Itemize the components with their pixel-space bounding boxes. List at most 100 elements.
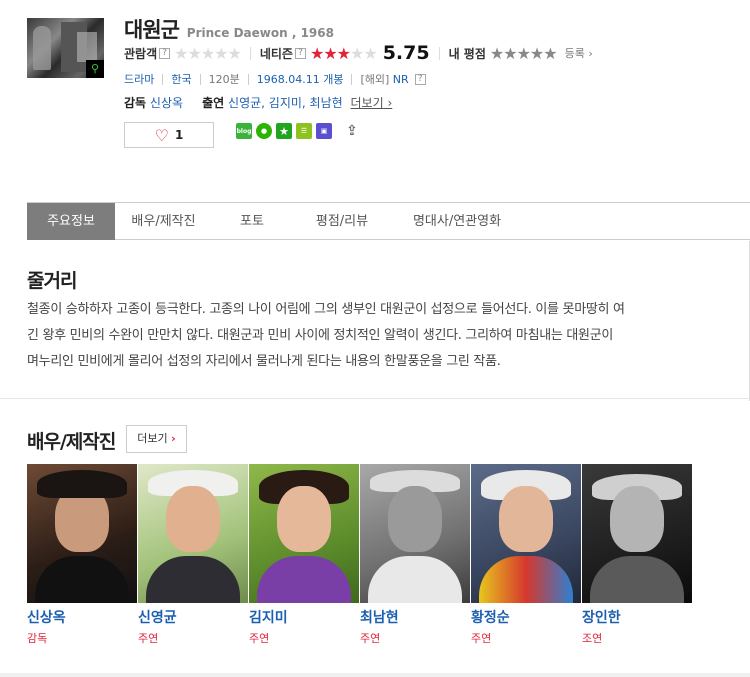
rating-row: 관람객 ? ★★★★★ 네티즌 ? ★★★★★ 5.75 내 평점 ★★★★★ … bbox=[124, 42, 593, 64]
cast-card[interactable]: 최남현 주연 bbox=[360, 464, 471, 646]
photo-clothes bbox=[35, 556, 129, 603]
star-icon[interactable]: ★ bbox=[517, 44, 531, 63]
my-rating-label: 내 평점 bbox=[448, 46, 486, 61]
poster-figure bbox=[33, 26, 51, 70]
bookmark-icon[interactable]: ▣ bbox=[316, 123, 332, 139]
release-date-link[interactable]: 1968.04.11 개봉 bbox=[257, 71, 344, 87]
movie-poster[interactable]: ⚲ bbox=[27, 18, 104, 78]
section-divider bbox=[0, 398, 750, 399]
person-photo[interactable] bbox=[27, 464, 137, 603]
star-icon: ★ bbox=[363, 43, 377, 63]
person-photo[interactable] bbox=[249, 464, 359, 603]
person-name[interactable]: 신영균 bbox=[138, 607, 249, 627]
cast-card[interactable]: 신영균 주연 bbox=[138, 464, 249, 646]
cast-card[interactable]: 황정순 주연 bbox=[471, 464, 582, 646]
cast-more-button[interactable]: 더보기 › bbox=[126, 425, 187, 453]
country-link[interactable]: 한국 bbox=[171, 71, 191, 87]
share-icon[interactable]: ⇪ bbox=[344, 123, 360, 139]
grade-link[interactable]: NR bbox=[393, 73, 409, 86]
tab-quotes-related[interactable]: 명대사/연관영화 bbox=[392, 203, 522, 240]
poster-figure bbox=[77, 32, 97, 62]
person-name[interactable]: 김지미 bbox=[249, 607, 360, 627]
genre-link[interactable]: 드라마 bbox=[124, 71, 154, 87]
synopsis-line: 긴 왕후 민비의 수완이 만만치 않다. 대원군과 민비 사이에 정치적인 알력… bbox=[27, 328, 614, 343]
help-icon[interactable]: ? bbox=[159, 47, 171, 59]
photo-face bbox=[166, 486, 220, 552]
star-icon[interactable]: ★ bbox=[543, 44, 557, 63]
credits-more-link[interactable]: 더보기 › bbox=[351, 96, 393, 110]
person-photo[interactable] bbox=[138, 464, 248, 603]
movie-meta: 드라마 한국 120분 1968.04.11 개봉 [해외] NR ? bbox=[124, 71, 426, 87]
person-name[interactable]: 황정순 bbox=[471, 607, 582, 627]
photo-clothes bbox=[146, 556, 240, 603]
cast-links[interactable]: 신영균, 김지미, 최남현 bbox=[228, 96, 343, 110]
help-icon[interactable]: ? bbox=[414, 73, 426, 85]
credits-row: 감독 신상옥 출연 신영균, 김지미, 최남현 더보기 › bbox=[124, 94, 392, 111]
person-name[interactable]: 최남현 bbox=[360, 607, 471, 627]
star-icon[interactable]: ★ bbox=[503, 44, 517, 63]
star-icon: ★ bbox=[174, 43, 188, 63]
more-label: 더보기 bbox=[137, 432, 168, 445]
person-photo[interactable] bbox=[360, 464, 470, 603]
director-label: 감독 bbox=[124, 96, 147, 110]
synopsis-line: 철종이 승하하자 고종이 등극한다. 고종의 나이 어림에 그의 생부인 대원군… bbox=[27, 302, 625, 317]
cast-card[interactable]: 장인한 조연 bbox=[582, 464, 693, 646]
netizen-score: 5.75 bbox=[382, 42, 430, 64]
audience-rating-label: 관람객 bbox=[124, 46, 158, 61]
photo-face bbox=[610, 486, 664, 552]
like-button[interactable]: ♡ 1 bbox=[124, 122, 214, 148]
person-role: 주연 bbox=[249, 632, 270, 645]
star-icon: ★ bbox=[350, 43, 364, 63]
audience-stars: ★★★★★ bbox=[174, 43, 242, 63]
help-icon[interactable]: ? bbox=[294, 47, 306, 59]
photo-clothes bbox=[479, 556, 573, 603]
person-photo[interactable] bbox=[582, 464, 692, 603]
tab-main-info[interactable]: 주요정보 bbox=[27, 203, 115, 240]
photo-face bbox=[499, 486, 553, 552]
person-name[interactable]: 장인한 bbox=[582, 607, 693, 627]
blog-icon[interactable]: blog bbox=[236, 123, 252, 139]
star-icon[interactable]: ★ bbox=[276, 123, 292, 139]
photo-face bbox=[277, 486, 331, 552]
photo-clothes bbox=[590, 556, 684, 603]
title-english: Prince Daewon , 1968 bbox=[186, 26, 334, 40]
synopsis-line: 며누리인 민비에게 몰리어 섭정의 자리에서 물러나게 된다는 내용의 한말풍운… bbox=[27, 354, 501, 369]
star-icon: ★ bbox=[187, 43, 201, 63]
star-icon: ★ bbox=[309, 43, 324, 63]
cast-card[interactable]: 김지미 주연 bbox=[249, 464, 360, 646]
tab-reviews[interactable]: 평점/리뷰 bbox=[292, 203, 392, 240]
photo-face bbox=[388, 486, 442, 552]
netizen-stars: ★★★★★ bbox=[309, 43, 378, 63]
director-link[interactable]: 신상옥 bbox=[150, 96, 183, 110]
register-label: 등록 bbox=[564, 47, 585, 60]
tab-bar: 주요정보 배우/제작진 포토 평점/리뷰 명대사/연관영화 bbox=[27, 202, 750, 401]
photo-beard bbox=[368, 556, 462, 603]
person-role: 조연 bbox=[582, 632, 603, 645]
person-photo[interactable] bbox=[471, 464, 581, 603]
synopsis-text: 철종이 승하하자 고종이 등극한다. 고종의 나이 어림에 그의 생부인 대원군… bbox=[27, 297, 707, 375]
cast-list: 신상옥 감독 신영균 주연 김지미 주연 최남현 주연 황정순 주연 장인한 조… bbox=[27, 464, 693, 646]
register-rating-link[interactable]: 등록 › bbox=[565, 45, 593, 61]
photo-hair bbox=[37, 470, 127, 498]
chevron-right-icon: › bbox=[588, 47, 593, 60]
heart-icon: ♡ bbox=[154, 125, 169, 145]
search-icon[interactable]: ⚲ bbox=[86, 60, 104, 78]
like-count: 1 bbox=[174, 128, 184, 142]
list-icon[interactable]: ☰ bbox=[296, 123, 312, 139]
tab-cast-crew[interactable]: 배우/제작진 bbox=[115, 203, 212, 240]
person-role: 주연 bbox=[138, 632, 159, 645]
chevron-right-icon: › bbox=[387, 96, 393, 110]
person-role: 주연 bbox=[471, 632, 492, 645]
runtime: 120분 bbox=[208, 73, 240, 86]
tab-photo[interactable]: 포토 bbox=[212, 203, 292, 240]
cast-section-title: 배우/제작진 bbox=[27, 431, 116, 453]
cast-label: 출연 bbox=[202, 96, 225, 110]
my-rating-stars[interactable]: ★★★★★ bbox=[490, 44, 558, 63]
star-icon[interactable]: ★ bbox=[490, 44, 504, 63]
star-icon[interactable]: ★ bbox=[530, 44, 544, 63]
title-korean: 대원군 bbox=[124, 18, 180, 42]
person-name[interactable]: 신상옥 bbox=[27, 607, 138, 627]
grade-prefix: [해외] bbox=[360, 73, 390, 86]
cast-card[interactable]: 신상옥 감독 bbox=[27, 464, 138, 646]
talk-icon[interactable]: ● bbox=[256, 123, 272, 139]
